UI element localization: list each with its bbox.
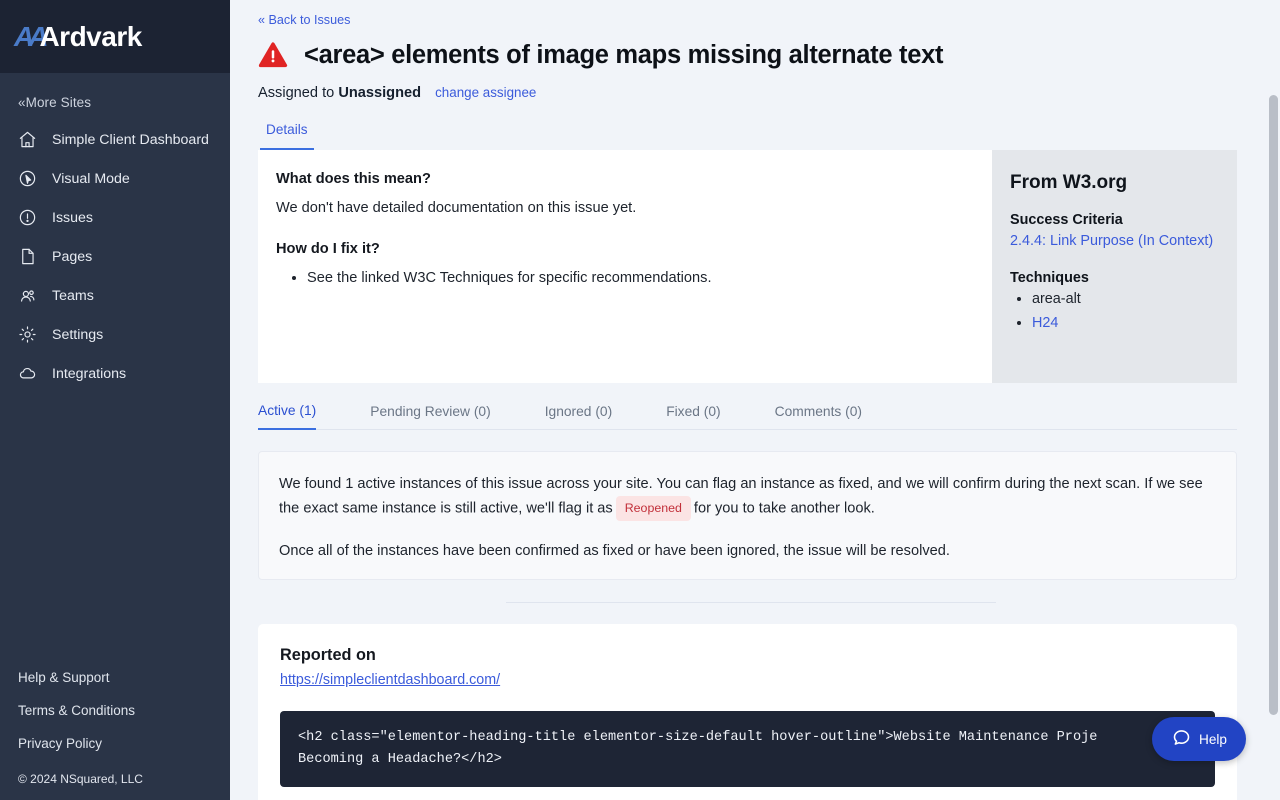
sidebar-item-simple-client-dashboard[interactable]: Simple Client Dashboard [0,120,230,159]
gear-icon [17,324,38,345]
assigned-to-label: Assigned to [258,85,334,101]
sidebar: AAArdvark «More Sites Simple Client Dash… [0,0,230,800]
success-criteria-link[interactable]: 2.4.4: Link Purpose (In Context) [1010,231,1219,252]
tab-ignored[interactable]: Ignored (0) [545,392,613,429]
status-badge: Reopened [616,496,691,521]
techniques-list: area-alt H24 [1010,288,1219,336]
sidebar-item-integrations[interactable]: Integrations [0,354,230,393]
sidebar-item-issues[interactable]: Issues [0,198,230,237]
tab-comments[interactable]: Comments (0) [775,392,862,429]
technique-area-alt: area-alt [1032,291,1081,307]
warning-triangle-icon [258,40,288,70]
copyright-text: © 2024 NSquared, LLC [18,760,230,786]
sidebar-item-label: Settings [52,327,103,343]
section-divider [506,602,996,603]
sidebar-item-teams[interactable]: Teams [0,276,230,315]
change-assignee-link[interactable]: change assignee [435,85,536,100]
sidebar-item-label: Teams [52,288,94,304]
info-paragraph-2: Once all of the instances have been conf… [279,543,1216,559]
footer-link-terms-conditions[interactable]: Terms & Conditions [18,694,230,727]
sidebar-footer: Help & Support Terms & Conditions Privac… [0,661,230,800]
sidebar-header: AAArdvark [0,0,230,73]
success-criteria-label: Success Criteria [1010,212,1219,228]
file-icon [17,246,38,267]
sidebar-item-label: Pages [52,249,92,265]
w3-reference-panel: From W3.org Success Criteria 2.4.4: Link… [992,150,1237,383]
what-does-this-mean-heading: What does this mean? [276,171,970,187]
sidebar-item-label: Issues [52,210,93,226]
more-sites-label[interactable]: «More Sites [0,73,230,118]
how-do-i-fix-it-heading: How do I fix it? [276,241,970,257]
assignee-row: Assigned to Unassigned change assignee [258,85,1250,101]
sidebar-item-visual-mode[interactable]: Visual Mode [0,159,230,198]
list-item: area-alt [1032,288,1219,312]
footer-link-help-support[interactable]: Help & Support [18,661,230,694]
tab-active[interactable]: Active (1) [258,391,316,430]
tab-fixed[interactable]: Fixed (0) [666,392,720,429]
instance-tabbar: Active (1) Pending Review (0) Ignored (0… [258,391,1237,430]
cloud-icon [17,363,38,384]
page-title: <area> elements of image maps missing al… [304,41,943,70]
logo-mark: AA [14,21,42,53]
techniques-label: Techniques [1010,270,1219,286]
reported-on-card: Reported on https://simpleclientdashboar… [258,624,1237,800]
w3-panel-title: From W3.org [1010,172,1219,194]
details-card: What does this mean? We don't have detai… [258,150,992,383]
main-content: « Back to Issues <area> elements of imag… [230,0,1280,800]
info-paragraph-1: We found 1 active instances of this issu… [279,473,1216,521]
info-paragraph-1-b: for you to take another look. [694,500,875,516]
sidebar-spacer [0,393,230,661]
back-to-issues-link[interactable]: « Back to Issues [258,0,350,27]
reported-url-link[interactable]: https://simpleclientdashboard.com/ [280,672,500,688]
chat-bubble-icon [1171,727,1192,751]
page-scrollbar[interactable] [1266,0,1280,800]
what-does-this-mean-body: We don't have detailed documentation on … [276,200,970,216]
brand-logo[interactable]: AAArdvark [14,21,142,53]
cursor-target-icon [17,168,38,189]
details-section: What does this mean? We don't have detai… [258,150,1237,383]
home-icon [17,129,38,150]
sidebar-item-label: Simple Client Dashboard [52,132,209,148]
scrollbar-thumb[interactable] [1269,95,1278,715]
page-title-row: <area> elements of image maps missing al… [258,40,1250,70]
app-root: AAArdvark «More Sites Simple Client Dash… [0,0,1280,800]
sidebar-item-pages[interactable]: Pages [0,237,230,276]
help-button[interactable]: Help [1152,717,1246,761]
code-snippet: <h2 class="elementor-heading-title eleme… [280,711,1215,787]
help-button-label: Help [1199,732,1227,747]
alert-circle-icon [17,207,38,228]
fix-bullet-list: See the linked W3C Techniques for specif… [276,270,970,286]
users-icon [17,285,38,306]
footer-link-privacy-policy[interactable]: Privacy Policy [18,727,230,760]
details-tabbar: Details [258,122,1250,150]
list-item: See the linked W3C Techniques for specif… [307,270,970,286]
sidebar-nav: Simple Client Dashboard Visual Mode Issu… [0,118,230,393]
tab-details[interactable]: Details [260,122,314,150]
sidebar-item-label: Integrations [52,366,126,382]
tab-pending-review[interactable]: Pending Review (0) [370,392,490,429]
assignee-value: Unassigned [338,85,421,101]
list-item[interactable]: H24 [1032,312,1219,336]
reported-on-heading: Reported on [280,646,1215,665]
technique-h24-link[interactable]: H24 [1032,315,1058,331]
sidebar-item-label: Visual Mode [52,171,130,187]
info-card: We found 1 active instances of this issu… [258,451,1237,580]
logo-wordmark: Ardvark [39,21,141,53]
sidebar-item-settings[interactable]: Settings [0,315,230,354]
